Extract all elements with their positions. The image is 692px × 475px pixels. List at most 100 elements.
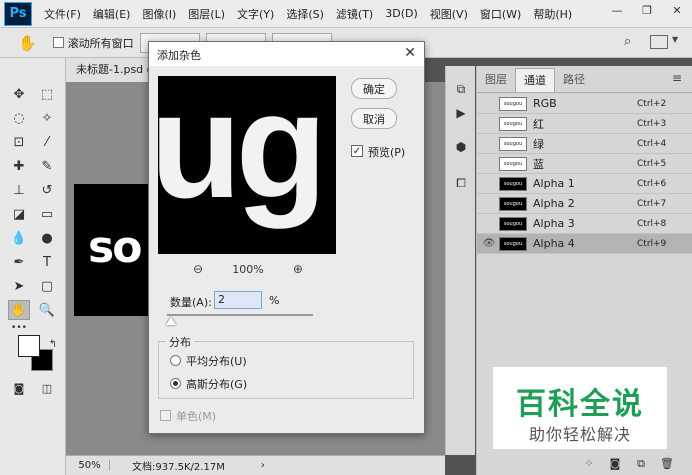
amount-slider-thumb[interactable]	[165, 317, 176, 325]
visibility-eye-icon[interactable]	[481, 98, 497, 110]
channel-name: Alpha 3	[533, 217, 575, 230]
zoom-in-icon[interactable]: ⊕	[293, 262, 303, 276]
scroll-all-windows-label: 滚动所有窗口	[67, 36, 134, 50]
monochrome-label: 单色(M)	[176, 410, 217, 423]
quick-mask-icon[interactable]: ◙	[8, 378, 30, 398]
workspace-icon[interactable]	[650, 35, 668, 49]
channel-row[interactable]: sougou 绿 Ctrl+4	[477, 134, 692, 154]
gaussian-radio[interactable]	[170, 378, 181, 389]
menu-select[interactable]: 选择(S)	[280, 6, 330, 22]
uniform-radio[interactable]	[170, 355, 181, 366]
channel-row[interactable]: sougou RGB Ctrl+2	[477, 94, 692, 114]
gradient-tool-icon[interactable]: ▭	[36, 204, 58, 224]
channel-row[interactable]: sougou 蓝 Ctrl+5	[477, 154, 692, 174]
menu-image[interactable]: 图像(I)	[136, 6, 182, 22]
zoom-tool-icon[interactable]: 🔍	[36, 300, 58, 320]
menu-file[interactable]: 文件(F)	[38, 6, 87, 22]
visibility-eye-icon[interactable]	[481, 118, 497, 130]
clone-stamp-tool-icon[interactable]: ⊥	[8, 180, 30, 200]
blur-tool-icon[interactable]: 💧	[8, 228, 30, 248]
visibility-eye-icon[interactable]: 👁	[481, 238, 497, 250]
channel-row[interactable]: sougou Alpha 1 Ctrl+6	[477, 174, 692, 194]
load-selection-icon[interactable]: ⁘	[579, 457, 599, 470]
filter-preview[interactable]: ug	[158, 76, 336, 254]
tab-layers[interactable]: 图层	[477, 68, 515, 92]
eyedropper-tool-icon[interactable]: ⁄	[36, 132, 58, 152]
save-selection-icon[interactable]: ◙	[605, 457, 625, 470]
amount-input[interactable]: 2	[214, 291, 262, 309]
close-icon[interactable]: ✕	[404, 45, 416, 61]
visibility-eye-icon[interactable]	[481, 178, 497, 190]
dodge-tool-icon[interactable]: ●	[36, 228, 58, 248]
scroll-all-windows-checkbox[interactable]	[52, 37, 64, 48]
type-tool-icon[interactable]: T	[36, 252, 58, 272]
3d-panel-icon[interactable]: ⬢	[452, 138, 470, 156]
close-window-button[interactable]: ✕	[662, 0, 692, 20]
hand-tool-icon[interactable]: ✋	[8, 300, 30, 320]
menu-bar: Ps 文件(F) 编辑(E) 图像(I) 图层(L) 文字(Y) 选择(S) 滤…	[0, 0, 692, 28]
maximize-button[interactable]: ❐	[632, 0, 662, 20]
monochrome-checkbox[interactable]	[160, 410, 171, 421]
delete-channel-icon[interactable]: 🗑	[657, 457, 677, 470]
menu-filter[interactable]: 滤镜(T)	[330, 6, 379, 22]
healing-brush-tool-icon[interactable]: ✚	[8, 156, 30, 176]
marquee-tool-icon[interactable]: ⬚	[36, 84, 58, 104]
actions-play-icon[interactable]: ▶	[452, 104, 470, 122]
visibility-eye-icon[interactable]	[481, 158, 497, 170]
window-controls: — ❐ ✕	[602, 0, 692, 28]
menu-layer[interactable]: 图层(L)	[182, 6, 231, 22]
new-channel-icon[interactable]: ⧉	[631, 457, 651, 471]
watermark-title: 百科全说	[516, 387, 644, 422]
zoom-out-icon[interactable]: ⊖	[193, 262, 203, 276]
tab-paths[interactable]: 路径	[555, 68, 593, 92]
search-icon[interactable]: ⌕	[624, 34, 631, 49]
amount-slider-track[interactable]	[167, 314, 313, 316]
visibility-eye-icon[interactable]	[481, 138, 497, 150]
status-zoom[interactable]: 50%	[70, 460, 110, 471]
visibility-eye-icon[interactable]	[481, 198, 497, 210]
channel-row[interactable]: 👁 sougou Alpha 4 Ctrl+9	[477, 234, 692, 254]
menu-help[interactable]: 帮助(H)	[527, 6, 578, 22]
channel-row[interactable]: sougou Alpha 3 Ctrl+8	[477, 214, 692, 234]
screen-mode-icon[interactable]: ◫	[36, 378, 58, 398]
chevron-right-icon[interactable]: ›	[261, 460, 265, 471]
move-tool-icon[interactable]: ✥	[8, 84, 30, 104]
document-tab[interactable]: 未标题-1.psd @	[66, 58, 150, 82]
collapsed-panels-strip: ⧉ ▶ ⬢ ⧠	[445, 66, 475, 455]
path-selection-tool-icon[interactable]: ➤	[8, 276, 30, 296]
channel-row[interactable]: sougou Alpha 2 Ctrl+7	[477, 194, 692, 214]
pen-tool-icon[interactable]: ✒	[8, 252, 30, 272]
preview-checkbox[interactable]: ✓	[351, 145, 363, 157]
menu-view[interactable]: 视图(V)	[424, 6, 474, 22]
minimize-button[interactable]: —	[602, 0, 632, 20]
cancel-button[interactable]: 取消	[351, 108, 397, 129]
swap-colors-icon[interactable]: ↰	[42, 334, 64, 354]
history-brush-tool-icon[interactable]: ↺	[36, 180, 58, 200]
lasso-tool-icon[interactable]: ◌	[8, 108, 30, 128]
menu-type[interactable]: 文字(Y)	[231, 6, 280, 22]
ok-button[interactable]: 确定	[351, 78, 397, 99]
document-canvas[interactable]: so	[74, 184, 150, 316]
history-panel-icon[interactable]: ⧉	[452, 80, 470, 98]
menu-3d[interactable]: 3D(D)	[379, 7, 424, 20]
crop-tool-icon[interactable]: ⊡	[8, 132, 30, 152]
channel-shortcut: Ctrl+6	[637, 178, 667, 189]
visibility-eye-icon[interactable]	[481, 218, 497, 230]
panel-menu-icon[interactable]: ≡	[672, 71, 682, 85]
rectangle-tool-icon[interactable]: ▢	[36, 276, 58, 296]
channel-row[interactable]: sougou 红 Ctrl+3	[477, 114, 692, 134]
hand-tool-preset-icon[interactable]: ✋	[18, 34, 37, 52]
tab-channels[interactable]: 通道	[515, 68, 555, 92]
eraser-tool-icon[interactable]: ◪	[8, 204, 30, 224]
channel-thumbnail: sougou	[499, 216, 527, 231]
magic-wand-tool-icon[interactable]: ✧	[36, 108, 58, 128]
amount-label: 数量(A):	[170, 296, 212, 309]
brush-tool-icon[interactable]: ✎	[36, 156, 58, 176]
foreground-color-swatch[interactable]	[18, 335, 40, 357]
chevron-down-icon[interactable]: ▼	[672, 35, 678, 44]
menu-window[interactable]: 窗口(W)	[474, 6, 527, 22]
properties-panel-icon[interactable]: ⧠	[452, 174, 470, 192]
menu-edit[interactable]: 编辑(E)	[87, 6, 137, 22]
dialog-titlebar: 添加杂色 ✕	[149, 42, 424, 66]
channel-name: Alpha 4	[533, 237, 575, 250]
